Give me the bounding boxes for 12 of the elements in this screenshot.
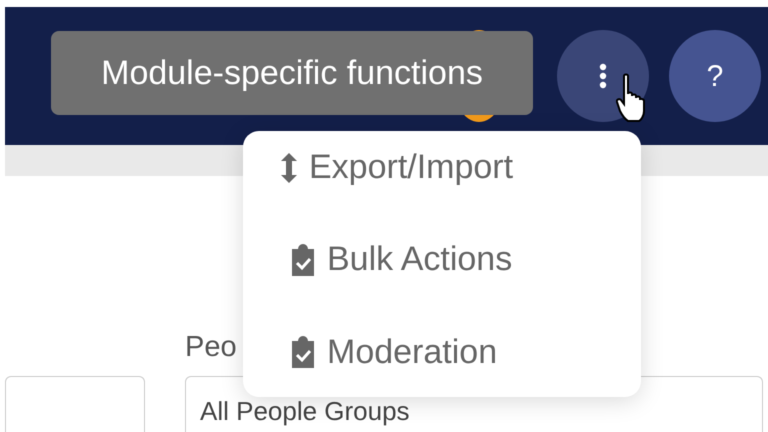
- menu-item[interactable]: Export/Import: [279, 149, 514, 186]
- more-options-icon: [599, 63, 607, 89]
- clipboard-check-icon: [289, 244, 317, 276]
- hand-cursor-icon: [616, 73, 648, 123]
- menu-item[interactable]: Moderation: [289, 334, 498, 372]
- field-label: Peo: [185, 330, 237, 365]
- menu-item[interactable]: Bulk Actions: [289, 241, 512, 279]
- clipboard-check-icon: [289, 336, 317, 368]
- tooltip: Module-specific functions: [51, 31, 533, 115]
- help-button[interactable]: ?: [669, 30, 761, 122]
- input-field[interactable]: [5, 376, 145, 432]
- up-down-arrow-icon: [279, 152, 299, 184]
